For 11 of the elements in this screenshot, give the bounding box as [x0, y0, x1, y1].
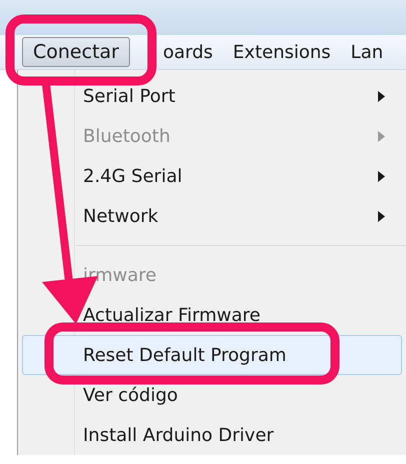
menu-item[interactable]: Network — [22, 196, 402, 236]
menu-bar-item[interactable]: Extensions — [224, 37, 340, 67]
menu-item[interactable]: Reset Default Program — [22, 335, 402, 375]
menu-item[interactable]: Actualizar Firmware — [22, 295, 402, 335]
menu-bar-item[interactable]: Conectar — [22, 37, 130, 67]
menu-item[interactable]: Install Arduino Driver — [22, 415, 402, 455]
menu-item[interactable]: 2.4G Serial — [22, 156, 402, 196]
menu-bar-item[interactable]: oards — [132, 37, 222, 67]
menu-item[interactable]: Ver código — [22, 375, 402, 415]
menu-item[interactable]: Serial Port — [22, 76, 402, 116]
menu-bar-item[interactable]: Lan — [342, 37, 392, 67]
